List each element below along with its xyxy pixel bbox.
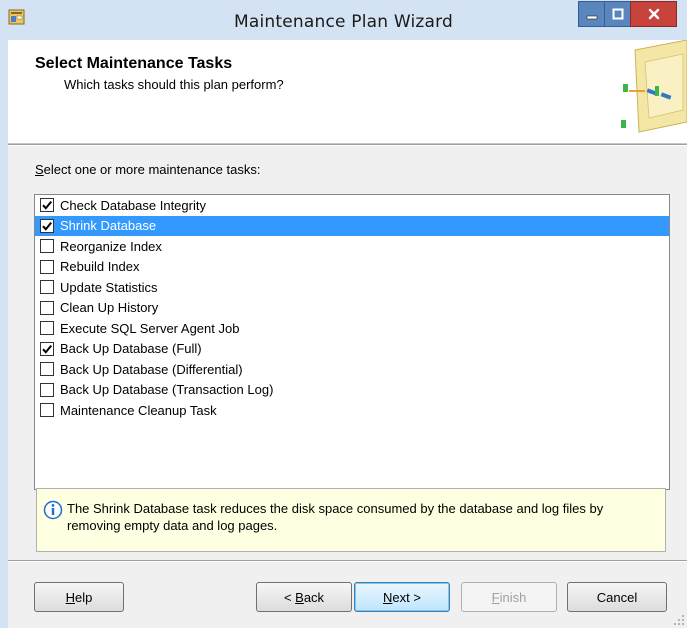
task-checkbox[interactable] bbox=[40, 198, 54, 213]
help-mnemonic: H bbox=[65, 589, 76, 605]
info-icon bbox=[43, 500, 63, 520]
back-button[interactable]: < Back bbox=[256, 582, 352, 612]
finish-mnemonic: F bbox=[491, 589, 500, 605]
close-icon bbox=[648, 8, 660, 20]
finish-label: inish bbox=[499, 589, 527, 605]
task-item[interactable]: Maintenance Cleanup Task bbox=[35, 400, 669, 421]
minimize-icon bbox=[586, 8, 598, 20]
task-checkbox[interactable] bbox=[40, 382, 54, 397]
maximize-button[interactable] bbox=[604, 1, 631, 27]
maximize-icon bbox=[612, 8, 624, 20]
task-description-text: The Shrink Database task reduces the dis… bbox=[67, 501, 604, 533]
checkmark-icon bbox=[42, 344, 52, 354]
wizard-client-area: Select Maintenance Tasks Which tasks sho… bbox=[8, 39, 687, 628]
task-checkbox[interactable] bbox=[40, 300, 54, 315]
task-item[interactable]: Check Database Integrity bbox=[35, 195, 669, 216]
task-item[interactable]: Shrink Database bbox=[35, 215, 669, 236]
next-mnemonic: N bbox=[383, 589, 393, 605]
task-item[interactable]: Reorganize Index bbox=[35, 236, 669, 257]
task-label: Rebuild Index bbox=[60, 259, 140, 275]
prompt-mnemonic: S bbox=[35, 162, 44, 177]
task-checkbox[interactable] bbox=[40, 259, 54, 274]
back-mnemonic: B bbox=[295, 589, 304, 605]
task-checkbox[interactable] bbox=[40, 239, 54, 254]
page-title: Select Maintenance Tasks bbox=[35, 55, 233, 72]
task-item[interactable]: Rebuild Index bbox=[35, 257, 669, 278]
back-prefix: < bbox=[283, 589, 296, 605]
checkmark-icon bbox=[42, 221, 52, 231]
task-label: Check Database Integrity bbox=[60, 197, 206, 213]
task-item[interactable]: Clean Up History bbox=[35, 298, 669, 319]
next-button[interactable]: Next > bbox=[354, 582, 450, 612]
task-item[interactable]: Back Up Database (Full) bbox=[35, 339, 669, 360]
task-checkbox[interactable] bbox=[40, 321, 54, 336]
task-item[interactable]: Back Up Database (Transaction Log) bbox=[35, 380, 669, 401]
task-label: Reorganize Index bbox=[60, 238, 162, 254]
maintenance-tasks-list[interactable]: Check Database Integrity Shrink Database R… bbox=[34, 194, 670, 490]
wizard-header: Select Maintenance Tasks Which tasks sho… bbox=[8, 39, 687, 144]
footer-divider bbox=[8, 560, 687, 562]
wizard-graphic-icon bbox=[615, 39, 687, 136]
title-bar[interactable]: Maintenance Plan Wizard bbox=[0, 0, 687, 40]
close-button[interactable] bbox=[630, 1, 677, 27]
task-checkbox[interactable] bbox=[40, 403, 54, 418]
task-label: Clean Up History bbox=[60, 300, 159, 316]
task-label: Shrink Database bbox=[60, 218, 157, 234]
task-item[interactable]: Update Statistics bbox=[35, 277, 669, 298]
task-item[interactable]: Execute SQL Server Agent Job bbox=[35, 318, 669, 339]
task-label: Execute SQL Server Agent Job bbox=[60, 320, 240, 336]
task-checkbox[interactable] bbox=[40, 218, 54, 233]
resize-grip-icon[interactable] bbox=[673, 614, 685, 626]
task-checkbox[interactable] bbox=[40, 362, 54, 377]
task-item[interactable]: Back Up Database (Differential) bbox=[35, 359, 669, 380]
finish-button[interactable]: Finish bbox=[461, 582, 557, 612]
tasks-prompt-label: Select one or more maintenance tasks: bbox=[35, 162, 260, 177]
help-label: elp bbox=[75, 589, 93, 605]
prompt-text: elect one or more maintenance tasks: bbox=[43, 162, 261, 177]
task-label: Back Up Database (Transaction Log) bbox=[60, 382, 274, 398]
minimize-button[interactable] bbox=[578, 1, 605, 27]
checkmark-icon bbox=[42, 201, 52, 210]
task-label: Maintenance Cleanup Task bbox=[60, 402, 217, 418]
header-divider bbox=[8, 144, 687, 146]
task-description-box: The Shrink Database task reduces the dis… bbox=[36, 488, 666, 552]
next-label: ext > bbox=[392, 589, 421, 605]
task-label: Back Up Database (Differential) bbox=[60, 361, 243, 377]
page-subtitle: Which tasks should this plan perform? bbox=[64, 77, 284, 92]
back-label: ack bbox=[303, 589, 325, 605]
task-label: Back Up Database (Full) bbox=[60, 341, 202, 357]
task-label: Update Statistics bbox=[60, 279, 158, 295]
maintenance-plan-wizard-window: Maintenance Plan Wizard Select Maintenan… bbox=[0, 0, 687, 628]
task-checkbox[interactable] bbox=[40, 341, 54, 356]
help-button[interactable]: Help bbox=[34, 582, 124, 612]
task-checkbox[interactable] bbox=[40, 280, 54, 295]
cancel-button[interactable]: Cancel bbox=[567, 582, 667, 612]
caption-buttons bbox=[578, 1, 677, 27]
